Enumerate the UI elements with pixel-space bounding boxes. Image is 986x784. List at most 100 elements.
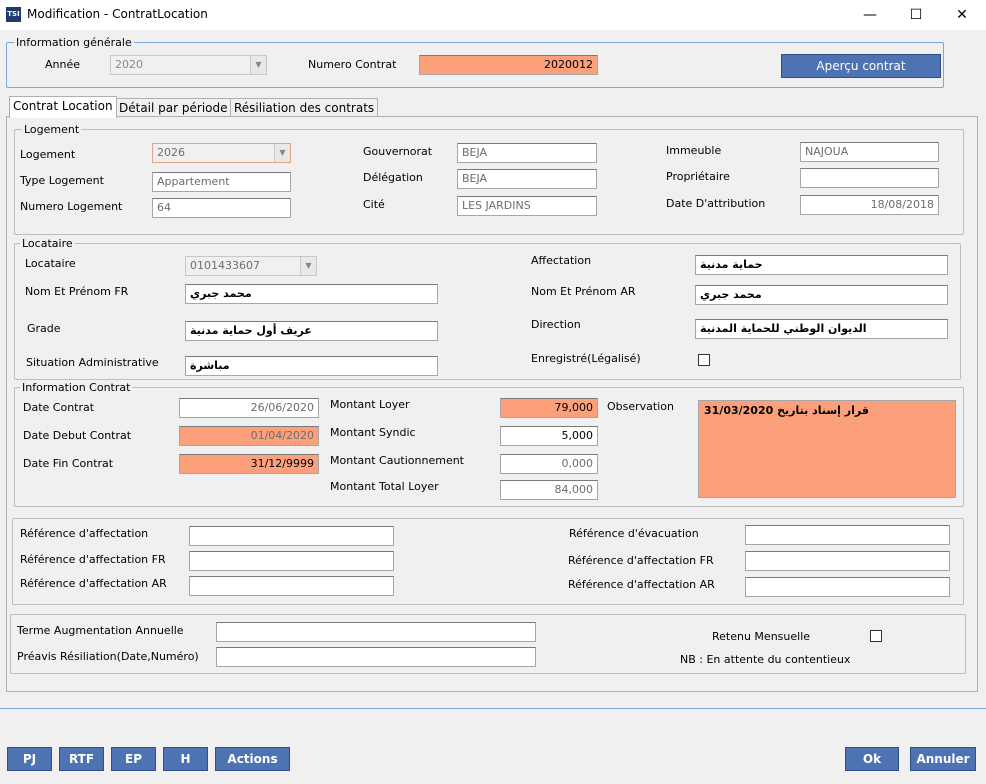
date-fin-label: Date Fin Contrat [23,457,114,470]
tab-resiliation[interactable]: Résiliation des contrats [230,98,379,118]
preavis-resiliation-field[interactable] [216,647,536,667]
grade-field[interactable]: عريف أول حماية مدنية [185,321,438,341]
actions-button[interactable]: Actions [215,747,290,771]
proprietaire-label: Propriétaire [666,170,730,183]
logement-title: Logement [22,123,82,136]
locataire-value: 0101433607 [190,259,260,272]
footer-divider [0,708,986,709]
enregistre-checkbox[interactable] [698,354,710,366]
date-contrat-label: Date Contrat [23,401,95,414]
ref-evacuation-label: Référence d'évacuation [569,527,699,540]
gouvernorat-label: Gouvernorat [363,145,433,158]
montant-caution-field[interactable]: 0,000 [500,454,598,474]
ref-affectation-ar-field[interactable] [189,576,394,596]
ref-affectation-fr2-label: Référence d'affectation FR [568,554,714,567]
immeuble-label: Immeuble [666,144,722,157]
situation-label: Situation Administrative [26,356,159,369]
annee-label: Année [45,58,81,71]
tab-detail-periode[interactable]: Détail par période [115,98,232,118]
title-bar: TSI Modification - ContratLocation — ☐ ✕ [0,0,986,30]
chevron-down-icon[interactable]: ▼ [250,56,266,74]
retenu-mensuelle-label: Retenu Mensuelle [712,630,811,643]
locataire-label: Locataire [25,257,76,270]
montant-loyer-field[interactable]: 79,000 [500,398,598,418]
terme-augmentation-field[interactable] [216,622,536,642]
date-attribution-field[interactable]: 18/08/2018 [800,195,939,215]
ref-affectation-fr-label: Référence d'affectation FR [20,553,166,566]
tab-contrat-location[interactable]: Contrat Location [9,96,117,118]
annee-select[interactable]: 2020 ▼ [110,55,267,75]
info-generale-title: Information générale [14,36,134,49]
minimize-icon[interactable]: — [855,4,885,26]
preavis-resiliation-label: Préavis Résiliation(Date,Numéro) [17,650,199,663]
annee-value: 2020 [115,58,143,71]
nom-fr-field[interactable]: محمد جبري [185,284,438,304]
affectation-label: Affectation [531,254,592,267]
date-attribution-label: Date D'attribution [666,197,766,210]
ok-button[interactable]: Ok [845,747,899,771]
montant-syndic-label: Montant Syndic [330,426,416,439]
ref-evacuation-field[interactable] [745,525,950,545]
window-title: Modification - ContratLocation [27,7,208,21]
ref-affectation-fr2-field[interactable] [745,551,950,571]
observation-textarea[interactable]: قرار إسناد بتاريخ 31/03/2020 [698,400,956,498]
ref-affectation-fr-field[interactable] [189,551,394,571]
nb-note: NB : En attente du contentieux [680,653,851,666]
locataire-select[interactable]: 0101433607 ▼ [185,256,317,276]
immeuble-field[interactable]: NAJOUA [800,142,939,162]
chevron-down-icon[interactable]: ▼ [274,144,290,162]
apercu-contrat-button[interactable]: Aperçu contrat [781,54,941,78]
situation-field[interactable]: مباشرة [185,356,438,376]
ref-affectation-ar-label: Référence d'affectation AR [20,577,167,590]
direction-label: Direction [531,318,581,331]
h-button[interactable]: H [163,747,208,771]
pj-button[interactable]: PJ [7,747,52,771]
logement-value: 2026 [157,146,185,159]
montant-total-field[interactable]: 84,000 [500,480,598,500]
terme-augmentation-label: Terme Augmentation Annuelle [17,624,184,637]
date-fin-field[interactable]: 31/12/9999 [179,454,319,474]
gouvernorat-field[interactable]: BEJA [457,143,597,163]
app-icon: TSI [6,7,21,22]
montant-loyer-label: Montant Loyer [330,398,410,411]
montant-syndic-field[interactable]: 5,000 [500,426,598,446]
enregistre-label: Enregistré(Légalisé) [531,352,641,365]
direction-field[interactable]: الديوان الوطني للحماية المدنية [695,319,948,339]
proprietaire-field[interactable] [800,168,939,188]
retenu-mensuelle-checkbox[interactable] [870,630,882,642]
cite-label: Cité [363,198,385,211]
date-debut-label: Date Debut Contrat [23,429,132,442]
affectation-field[interactable]: حماية مدنية [695,255,948,275]
observation-label: Observation [607,400,674,413]
chevron-down-icon[interactable]: ▼ [300,257,316,275]
type-logement-field[interactable]: Appartement [152,172,291,192]
rtf-button[interactable]: RTF [59,747,104,771]
maximize-icon[interactable]: ☐ [901,4,931,26]
montant-total-label: Montant Total Loyer [330,480,439,493]
montant-caution-label: Montant Cautionnement [330,454,464,467]
date-debut-field[interactable]: 01/04/2020 [179,426,319,446]
numero-contrat-label: Numero Contrat [308,58,397,71]
nom-fr-label: Nom Et Prénom FR [25,285,129,298]
ref-affectation-ar2-field[interactable] [745,577,950,597]
delegation-field[interactable]: BEJA [457,169,597,189]
numero-logement-label: Numero Logement [20,200,123,213]
ref-affectation-field[interactable] [189,526,394,546]
numero-logement-field[interactable]: 64 [152,198,291,218]
ref-affectation-ar2-label: Référence d'affectation AR [568,578,715,591]
nom-ar-field[interactable]: محمد جبري [695,285,948,305]
annuler-button[interactable]: Annuler [910,747,976,771]
date-contrat-field[interactable]: 26/06/2020 [179,398,319,418]
info-contrat-title: Information Contrat [20,381,133,394]
logement-label: Logement [20,148,76,161]
logement-select[interactable]: 2026 ▼ [152,143,291,163]
ref-affectation-label: Référence d'affectation [20,527,149,540]
grade-label: Grade [27,322,61,335]
numero-contrat-field[interactable]: 2020012 [419,55,598,75]
delegation-label: Délégation [363,171,423,184]
ep-button[interactable]: EP [111,747,156,771]
type-logement-label: Type Logement [20,174,104,187]
cite-field[interactable]: LES JARDINS [457,196,597,216]
close-icon[interactable]: ✕ [947,4,977,26]
nom-ar-label: Nom Et Prénom AR [531,285,636,298]
